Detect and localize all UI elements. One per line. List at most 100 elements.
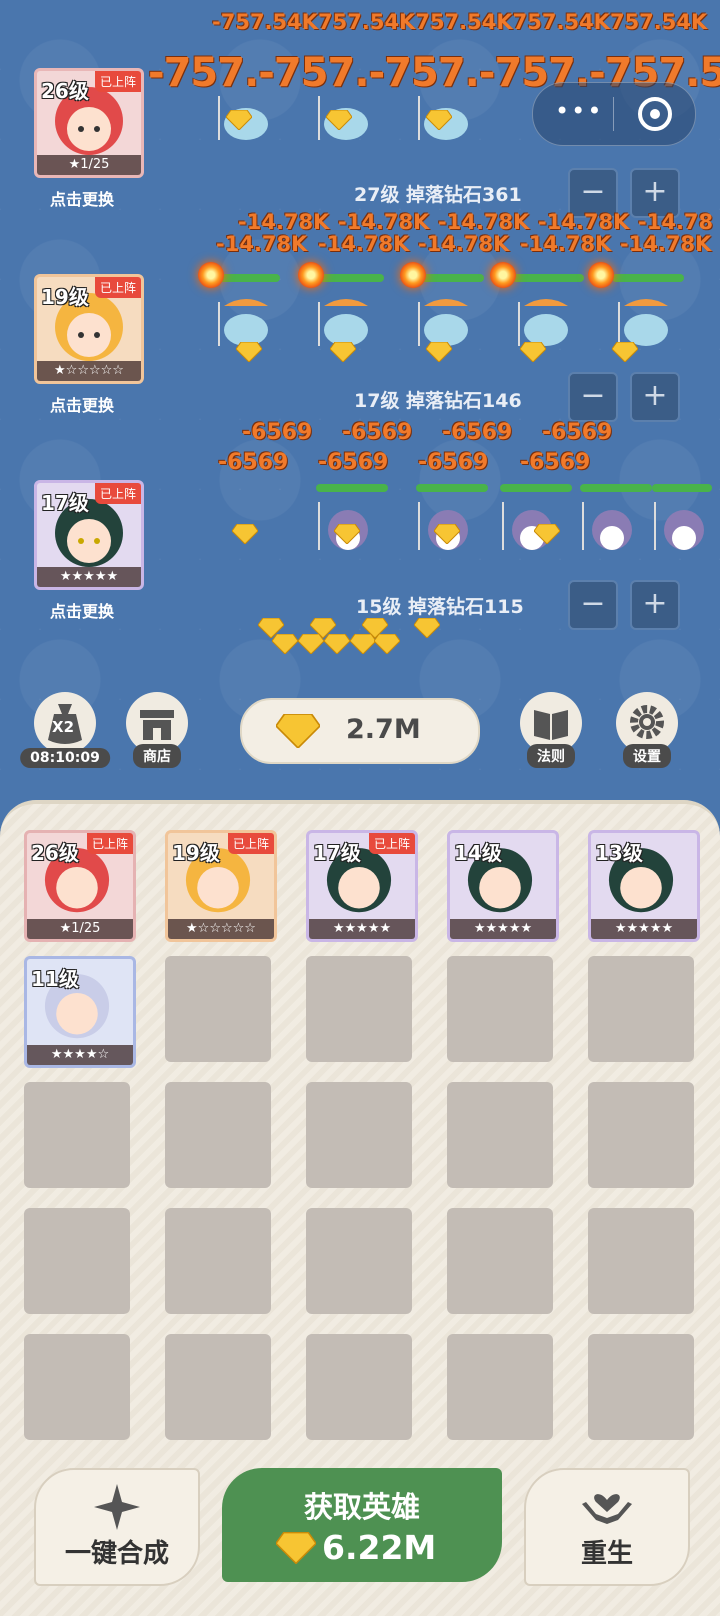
more-icon[interactable]: •••: [555, 97, 603, 125]
empty-slot[interactable]: [447, 956, 553, 1062]
fireball-projectile: [198, 262, 224, 288]
empty-slot[interactable]: [165, 956, 271, 1062]
empty-slot[interactable]: [24, 1334, 130, 1440]
diamond-icon: [612, 342, 638, 362]
lineup-slot-2[interactable]: 19级 已上阵 ★☆☆☆☆☆: [34, 274, 144, 384]
damage-text: -14.78K: [418, 232, 510, 256]
hero-stars: ★★★★★: [37, 567, 141, 587]
hp-bar: [500, 484, 572, 492]
diamond-icon: [330, 342, 356, 362]
lineup-slot-3[interactable]: 17级 已上阵 ★★★★★: [34, 480, 144, 590]
empty-slot[interactable]: [24, 1208, 130, 1314]
diamond-icon: [426, 110, 452, 130]
diamond-icon: [434, 524, 460, 544]
damage-text: -6569: [242, 420, 313, 445]
damage-text: -14.78: [638, 210, 714, 234]
close-icon[interactable]: [638, 97, 672, 131]
damage-text: -6569: [542, 420, 613, 445]
x2-label: X2: [52, 718, 75, 736]
rules-button[interactable]: 法则: [520, 692, 582, 768]
replace-hero-link[interactable]: 点击更换: [50, 186, 114, 210]
hero-stars: ★★★★☆: [27, 1045, 133, 1065]
replace-hero-link[interactable]: 点击更换: [50, 598, 114, 622]
plus-button[interactable]: +: [630, 580, 680, 630]
inventory-hero[interactable]: 26级 已上阵 ★1/25: [24, 830, 136, 942]
hp-bar: [316, 484, 388, 492]
shop-button[interactable]: 商店: [126, 692, 188, 768]
hp-bar: [652, 484, 712, 492]
deployed-badge: 已上阵: [94, 71, 141, 92]
damage-text: -14.78K: [318, 232, 410, 256]
inventory-hero[interactable]: 14级 ★★★★★: [447, 830, 559, 942]
inventory-hero[interactable]: 11级 ★★★★☆: [24, 956, 136, 1068]
diamond-icon: [276, 1532, 316, 1564]
hero-stars: ★★★★★: [309, 919, 415, 939]
hero-level: 19级: [41, 285, 89, 309]
hp-bar: [216, 274, 280, 282]
diamond-icon: [326, 110, 352, 130]
empty-slot[interactable]: [588, 1334, 694, 1440]
damage-text: -14.78K: [520, 232, 612, 256]
hero-stars: ★1/25: [27, 919, 133, 939]
inventory-hero[interactable]: 19级 已上阵 ★☆☆☆☆☆: [165, 830, 277, 942]
empty-slot[interactable]: [447, 1208, 553, 1314]
miniprogram-capsule[interactable]: •••: [532, 82, 696, 146]
inventory-hero[interactable]: 17级 已上阵 ★★★★★: [306, 830, 418, 942]
empty-slot[interactable]: [306, 1082, 412, 1188]
damage-text: -6569: [342, 420, 413, 445]
sparkle-icon: [94, 1484, 140, 1530]
diamond-icon: [334, 524, 360, 544]
damage-text: -14.78K: [620, 232, 712, 256]
damage-text: -14.78K: [538, 210, 630, 234]
fireball-projectile: [298, 262, 324, 288]
rebirth-label: 重生: [580, 1539, 633, 1569]
empty-slot[interactable]: [588, 1208, 694, 1314]
plus-button[interactable]: +: [630, 372, 680, 422]
diamond-icon: [226, 110, 252, 130]
hero-level: 14级: [454, 841, 502, 865]
auto-merge-button[interactable]: 一键合成: [34, 1468, 200, 1586]
damage-text: -757.54K757.54K757.54K757.54K757.54K: [212, 10, 708, 34]
diamond-icon: [534, 524, 560, 544]
diamond-icon: [350, 634, 376, 654]
gem-count: 2.7M: [346, 714, 421, 745]
inventory-hero[interactable]: 13级 ★★★★★: [588, 830, 700, 942]
diamond-icon: [232, 524, 258, 544]
empty-slot[interactable]: [306, 1208, 412, 1314]
diamond-icon: [374, 634, 400, 654]
empty-slot[interactable]: [24, 1082, 130, 1188]
damage-text: -6569: [318, 450, 389, 475]
heart-hands-icon: [582, 1494, 632, 1524]
diamond-icon: [272, 634, 298, 654]
deployed-badge: 已上阵: [94, 483, 141, 504]
damage-text: -14.78K: [216, 232, 308, 256]
gem-balance: 2.7M: [240, 698, 480, 764]
minus-button[interactable]: −: [568, 372, 618, 422]
row-info: 17级 掉落钻石146: [354, 390, 522, 412]
damage-text: -6569: [520, 450, 591, 475]
get-hero-button[interactable]: 获取英雄 6.22M: [222, 1468, 502, 1582]
hero-level: 19级: [172, 841, 220, 865]
get-hero-label: 获取英雄: [303, 1490, 420, 1524]
diamond-icon: [414, 618, 440, 638]
empty-slot[interactable]: [306, 1334, 412, 1440]
diamond-icon: [276, 714, 320, 748]
rebirth-button[interactable]: 重生: [524, 1468, 690, 1586]
empty-slot[interactable]: [165, 1082, 271, 1188]
empty-slot[interactable]: [588, 956, 694, 1062]
double-speed-button[interactable]: X2 08:10:09: [20, 692, 110, 768]
diamond-icon: [298, 634, 324, 654]
empty-slot[interactable]: [588, 1082, 694, 1188]
deployed-badge: 已上阵: [368, 833, 415, 854]
lineup-slot-1[interactable]: 26级 已上阵 ★1/25: [34, 68, 144, 178]
minus-button[interactable]: −: [568, 580, 618, 630]
empty-slot[interactable]: [306, 956, 412, 1062]
settings-button[interactable]: 设置: [616, 692, 678, 768]
empty-slot[interactable]: [165, 1334, 271, 1440]
empty-slot[interactable]: [165, 1208, 271, 1314]
row-info: 27级 掉落钻石361: [354, 184, 522, 206]
empty-slot[interactable]: [447, 1082, 553, 1188]
empty-slot[interactable]: [447, 1334, 553, 1440]
replace-hero-link[interactable]: 点击更换: [50, 392, 114, 416]
fireball-projectile: [490, 262, 516, 288]
